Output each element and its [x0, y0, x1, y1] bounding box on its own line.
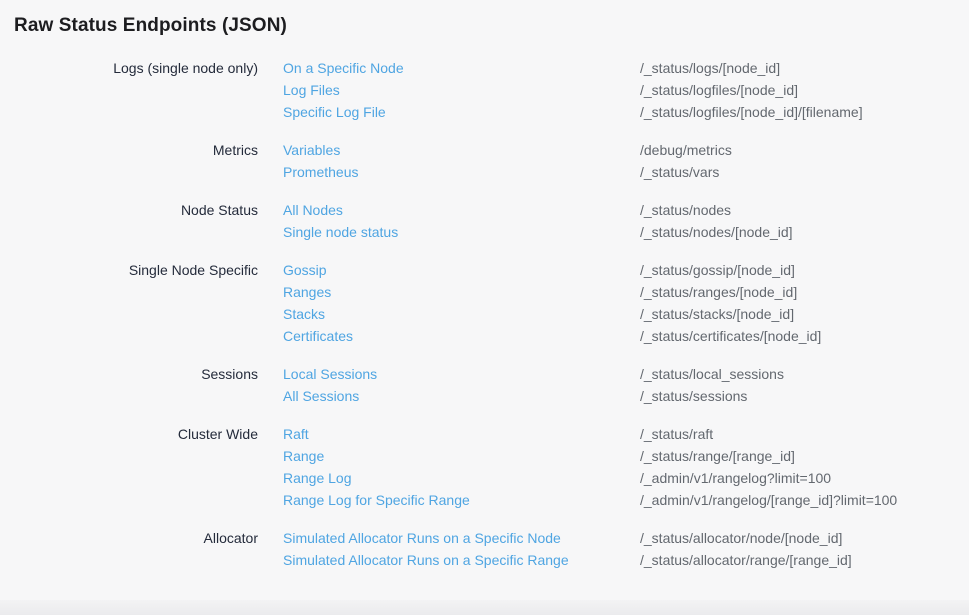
endpoint-path: /_status/allocator/range/[range_id]	[640, 549, 969, 571]
endpoint-link[interactable]: Single node status	[283, 224, 398, 240]
endpoint-path: /_status/certificates/[node_id]	[640, 325, 969, 347]
category-label: Logs (single node only)	[0, 57, 258, 79]
endpoint-link[interactable]: All Sessions	[283, 388, 359, 404]
endpoint-link[interactable]: Range Log for Specific Range	[283, 492, 470, 508]
endpoint-path: /_status/local_sessions	[640, 363, 969, 385]
endpoint-group: Metrics Variables Prometheus /debug/metri…	[0, 139, 969, 183]
endpoint-path: /_status/raft	[640, 423, 969, 445]
endpoint-link[interactable]: Simulated Allocator Runs on a Specific R…	[283, 552, 569, 568]
endpoint-group: Node Status All NodesSingle node status …	[0, 199, 969, 243]
category-label: Cluster Wide	[0, 423, 258, 445]
links-column: All Nodes Single node status	[283, 199, 615, 243]
page-title: Raw Status Endpoints (JSON)	[14, 12, 969, 39]
paths-column: /_status/local_sessions/_status/sessions	[640, 363, 969, 407]
category-label: Single Node Specific	[0, 259, 258, 281]
endpoint-link[interactable]: Local Sessions	[283, 366, 377, 382]
category-label: Metrics	[0, 139, 258, 161]
paths-column: /debug/metrics/_status/vars	[640, 139, 969, 183]
category-label: Node Status	[0, 199, 258, 221]
endpoint-path: /_admin/v1/rangelog/[range_id]?limit=100	[640, 489, 969, 511]
endpoint-group: Sessions Local Sessions All Sessions /_st…	[0, 363, 969, 407]
endpoint-link[interactable]: Gossip	[283, 262, 327, 278]
endpoint-link[interactable]: Ranges	[283, 284, 331, 300]
paths-column: /_status/gossip/[node_id]/_status/ranges…	[640, 259, 969, 347]
category-label: Allocator	[0, 527, 258, 549]
endpoint-path: /_status/vars	[640, 161, 969, 183]
endpoint-path: /_status/nodes/[node_id]	[640, 221, 969, 243]
endpoint-path: /_admin/v1/rangelog?limit=100	[640, 467, 969, 489]
endpoint-path: /_status/logfiles/[node_id]/[filename]	[640, 101, 969, 123]
endpoint-path: /_status/range/[range_id]	[640, 445, 969, 467]
endpoint-link[interactable]: All Nodes	[283, 202, 343, 218]
endpoint-path: /_status/allocator/node/[node_id]	[640, 527, 969, 549]
endpoint-group: Logs (single node only) On a Specific No…	[0, 57, 969, 123]
paths-column: /_status/nodes/_status/nodes/[node_id]	[640, 199, 969, 243]
endpoint-path: /_status/gossip/[node_id]	[640, 259, 969, 281]
endpoint-path: /debug/metrics	[640, 139, 969, 161]
endpoint-group: Allocator Simulated Allocator Runs on a …	[0, 527, 969, 571]
endpoint-link[interactable]: Range Log	[283, 470, 352, 486]
links-column: Local Sessions All Sessions	[283, 363, 615, 407]
links-column: Gossip Ranges Stacks Certificates	[283, 259, 615, 347]
endpoint-link[interactable]: Range	[283, 448, 324, 464]
endpoint-link[interactable]: Certificates	[283, 328, 353, 344]
links-column: Raft Range Range Log Range Log for Specific…	[283, 423, 615, 511]
endpoint-link[interactable]: Raft	[283, 426, 309, 442]
links-column: On a Specific Node Log Files Specific Log …	[283, 57, 615, 123]
endpoint-link[interactable]: Prometheus	[283, 164, 358, 180]
endpoint-path: /_status/stacks/[node_id]	[640, 303, 969, 325]
endpoint-group: Single Node Specific Gossip Ranges Stacks C…	[0, 259, 969, 347]
paths-column: /_status/allocator/node/[node_id]/_statu…	[640, 527, 969, 571]
endpoint-link[interactable]: Simulated Allocator Runs on a Specific N…	[283, 530, 561, 546]
endpoint-link[interactable]: Specific Log File	[283, 104, 386, 120]
endpoint-link[interactable]: Log Files	[283, 82, 340, 98]
footer-band	[0, 600, 969, 615]
endpoint-path: /_status/nodes	[640, 199, 969, 221]
endpoint-path: /_status/ranges/[node_id]	[640, 281, 969, 303]
links-column: Simulated Allocator Runs on a Specific N…	[283, 527, 615, 571]
paths-column: /_status/raft/_status/range/[range_id]/_…	[640, 423, 969, 511]
links-column: Variables Prometheus	[283, 139, 615, 183]
endpoint-group: Cluster Wide Raft Range Range Log Range Log…	[0, 423, 969, 511]
endpoint-groups: Logs (single node only) On a Specific No…	[0, 57, 969, 571]
category-label: Sessions	[0, 363, 258, 385]
endpoint-link[interactable]: Stacks	[283, 306, 325, 322]
paths-column: /_status/logs/[node_id]/_status/logfiles…	[640, 57, 969, 123]
endpoint-link[interactable]: Variables	[283, 142, 340, 158]
endpoint-path: /_status/sessions	[640, 385, 969, 407]
endpoint-path: /_status/logs/[node_id]	[640, 57, 969, 79]
endpoint-link[interactable]: On a Specific Node	[283, 60, 404, 76]
endpoint-path: /_status/logfiles/[node_id]	[640, 79, 969, 101]
